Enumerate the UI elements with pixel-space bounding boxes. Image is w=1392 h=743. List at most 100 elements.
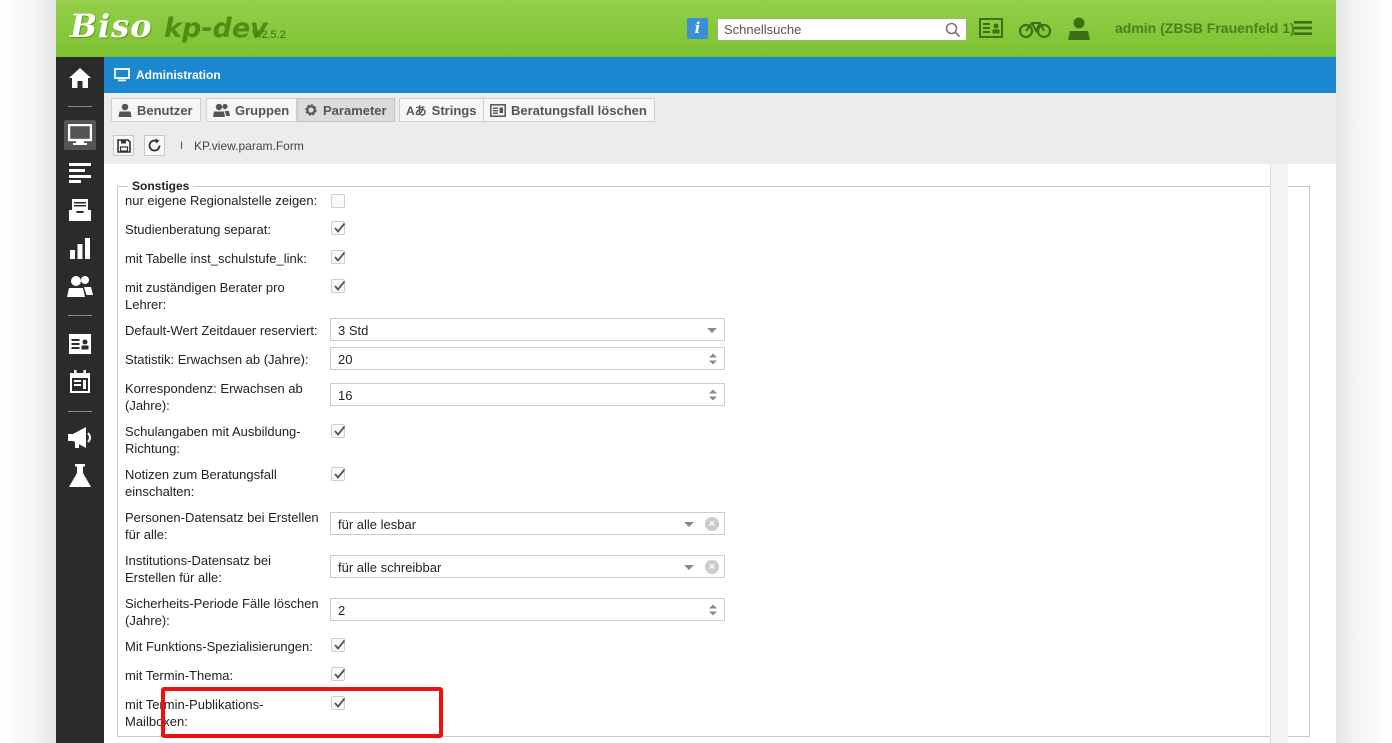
bicycle-icon[interactable] (1018, 16, 1052, 40)
app-window: Biso kp-dev V.2.5.2 i admin (ZBSB Frauen… (56, 0, 1336, 743)
checkbox-studienberatung-separat[interactable] (331, 221, 346, 235)
search-input[interactable] (718, 19, 938, 40)
breadcrumb-separator: I (180, 140, 184, 152)
label-korrespondenz-erwachsen: Korrespondenz: Erwachsen ab (Jahre): (125, 381, 303, 413)
checkbox-mit-zustaendigen-berater[interactable] (331, 279, 346, 293)
hamburger-menu-icon[interactable] (1294, 20, 1312, 36)
label-default-zeitdauer: Default-Wert Zeitdauer reserviert: (125, 323, 318, 338)
top-bar: Biso kp-dev V.2.5.2 i admin (ZBSB Frauen… (56, 0, 1336, 57)
group-icon (213, 103, 230, 117)
label-termin-thema: mit Termin-Thema: (125, 668, 234, 683)
contact-card-icon[interactable] (978, 16, 1004, 40)
home-icon (69, 68, 91, 88)
sidebar-item-list[interactable] (56, 155, 104, 189)
sidebar-item-administration[interactable] (56, 118, 104, 152)
chevron-down-icon[interactable] (707, 328, 717, 333)
sidebar-item-announcements[interactable] (56, 421, 104, 455)
label-personen-datensatz: Personen-Datensatz bei Erstellen für all… (125, 510, 319, 542)
number-value: 20 (338, 352, 353, 367)
logo[interactable]: Biso (70, 7, 153, 45)
breadcrumb: KP.view.param.Form (194, 139, 304, 153)
current-user[interactable]: admin (ZBSB Frauenfeld 1) (1115, 20, 1295, 36)
spinner-icon[interactable] (708, 603, 718, 617)
sidebar-item-calendar[interactable] (56, 365, 104, 399)
sidebar-item-home[interactable] (56, 61, 104, 95)
list-icon (69, 163, 91, 183)
fieldset-legend: Sonstiges (132, 179, 190, 193)
bar-chart-icon (70, 238, 90, 259)
checkmark-icon (334, 639, 346, 650)
user-icon (118, 103, 132, 117)
checkmark-icon (334, 425, 346, 436)
tab-label: Benutzer (137, 102, 193, 118)
monitor-icon (114, 68, 130, 82)
tab-strings[interactable]: Aあ Strings (399, 98, 485, 122)
sidebar-item-contacts[interactable] (56, 327, 104, 361)
tab-benutzer[interactable]: Benutzer (111, 98, 201, 122)
checkbox-funktions-spezialisierungen[interactable] (331, 638, 346, 652)
monitor-icon (68, 124, 92, 145)
combo-value: für alle lesbar (338, 517, 417, 532)
checkmark-icon (334, 668, 346, 679)
search-icon[interactable] (944, 21, 962, 39)
label-sicherheits-periode: Sicherheits-Periode Fälle löschen (Jahre… (125, 596, 319, 628)
tab-gruppen[interactable]: Gruppen (206, 98, 298, 122)
translate-icon: Aあ (406, 103, 427, 118)
save-button[interactable] (113, 135, 134, 156)
sidebar-divider (68, 315, 92, 316)
sidebar-item-inbox[interactable] (56, 193, 104, 227)
reload-button[interactable] (144, 135, 165, 156)
tab-beratungsfall-loeschen[interactable]: Beratungsfall löschen (483, 98, 655, 122)
label-nur-eigene-regionalstelle: nur eigene Regionalstelle zeigen: (125, 193, 318, 208)
sidebar (56, 57, 104, 743)
number-statistik-erwachsen[interactable]: 20 (330, 347, 725, 370)
checkbox-nur-eigene-regionalstelle[interactable] (331, 194, 345, 208)
sidebar-item-statistics[interactable] (56, 231, 104, 265)
clear-icon[interactable]: × (705, 560, 719, 574)
inbox-icon (69, 199, 91, 221)
save-icon (116, 138, 131, 153)
highlight-box (161, 687, 443, 738)
checkbox-mit-tabelle-inst-schulstufe[interactable] (331, 250, 346, 264)
label-schulangaben: Schulangaben mit Ausbildung-Richtung: (125, 424, 301, 456)
select-default-zeitdauer[interactable]: 3 Std (330, 318, 725, 341)
label-mit-zustaendigen-berater: mit zuständigen Berater pro Lehrer: (125, 280, 285, 312)
label-statistik-erwachsen: Statistik: Erwachsen ab (Jahre): (125, 352, 309, 367)
parameter-form: Sonstiges nur eigene Regionalstelle zeig… (104, 164, 1336, 743)
label-studienberatung-separat: Studienberatung separat: (125, 222, 271, 237)
combo-personen-datensatz[interactable]: für alle lesbar × (330, 512, 725, 535)
scrollbar-track[interactable] (1270, 164, 1288, 743)
tab-label: Beratungsfall löschen (511, 102, 647, 118)
users-icon (67, 276, 93, 297)
sidebar-item-lab[interactable] (56, 459, 104, 493)
label-institutions-datensatz: Institutions-Datensatz bei Erstellen für… (125, 553, 271, 585)
checkbox-schulangaben[interactable] (331, 424, 346, 438)
number-sicherheits-periode[interactable]: 2 (330, 598, 725, 621)
chevron-down-icon[interactable] (684, 565, 694, 570)
calendar-icon (70, 370, 90, 393)
chevron-down-icon[interactable] (684, 522, 694, 527)
label-mit-tabelle-inst-schulstufe: mit Tabelle inst_schulstufe_link: (125, 251, 307, 266)
number-value: 2 (338, 603, 346, 618)
user-icon[interactable] (1067, 16, 1091, 40)
sidebar-item-users[interactable] (56, 269, 104, 303)
spinner-icon[interactable] (708, 352, 718, 366)
page-margin-left (0, 0, 56, 743)
checkbox-notizen-beratungsfall[interactable] (331, 467, 346, 481)
combo-institutions-datensatz[interactable]: für alle schreibbar × (330, 555, 725, 578)
tab-parameter[interactable]: Parameter (297, 98, 395, 122)
gear-icon (305, 104, 317, 116)
tab-label: Parameter (323, 102, 387, 118)
checkmark-icon (334, 251, 346, 262)
clear-icon[interactable]: × (705, 517, 719, 531)
card-icon (490, 103, 506, 117)
number-korrespondenz-erwachsen[interactable]: 16 (330, 383, 725, 406)
checkmark-icon (334, 468, 346, 479)
info-icon[interactable]: i (687, 18, 708, 39)
spinner-icon[interactable] (708, 388, 718, 402)
select-value: 3 Std (338, 323, 369, 338)
quick-search (717, 18, 967, 41)
tab-label: Gruppen (235, 102, 290, 118)
flask-icon (69, 464, 91, 487)
checkbox-termin-thema[interactable] (331, 667, 346, 681)
